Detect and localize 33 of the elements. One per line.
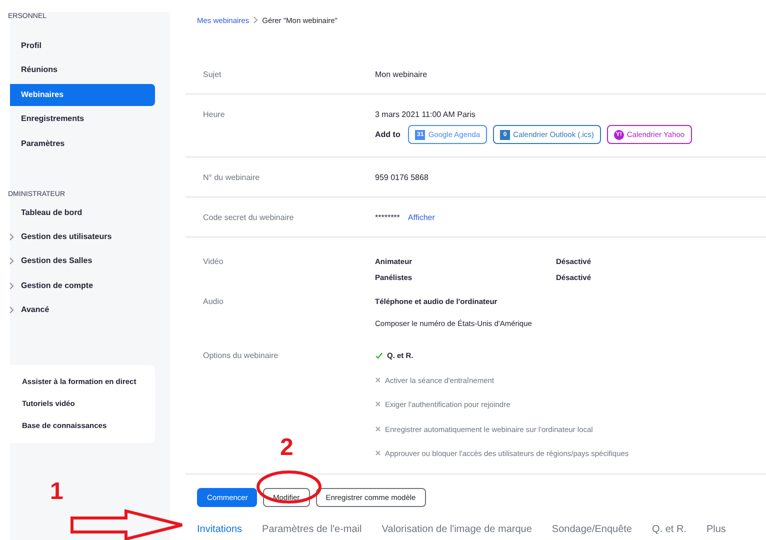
field-label: N° du webinaire: [203, 172, 261, 184]
field-value: Mon webinaire: [375, 69, 428, 81]
field-label: Sujet: [203, 69, 222, 81]
tab[interactable]: Invitations: [197, 522, 242, 537]
field-label: Options du webinaire: [203, 350, 280, 362]
field-label: Code secret du webinaire: [203, 212, 295, 224]
sidebar-item[interactable]: Profil: [10, 35, 155, 57]
show-link[interactable]: Afficher: [408, 213, 435, 222]
sidebar-item[interactable]: Avancé: [10, 299, 155, 322]
masked-value: ********: [375, 213, 400, 222]
sidebar-item[interactable]: Gestion des utilisateurs: [10, 226, 155, 248]
field-value: 959 0176 5868: [375, 172, 430, 184]
tab[interactable]: Plus: [706, 522, 726, 537]
field-value: 3 mars 2021 11:00 AM Paris: [375, 109, 476, 121]
annotation-number: 2: [280, 436, 294, 460]
field-label: Audio: [203, 296, 224, 308]
sidebar-item[interactable]: Webinaires: [10, 84, 155, 106]
field-label: Heure: [203, 109, 226, 121]
sidebar-item[interactable]: Tableau de bord: [10, 202, 155, 224]
tab[interactable]: Sondage/Enquête: [552, 522, 632, 537]
annotation-number: 1: [50, 480, 64, 504]
add-to-label: Add to: [375, 128, 400, 141]
highlight-ellipse: [256, 470, 322, 504]
sidebar-item[interactable]: Réunions: [10, 59, 155, 82]
tab[interactable]: Paramètres de l'e-mail: [262, 522, 362, 537]
tab[interactable]: Q. et R.: [652, 522, 686, 537]
tab[interactable]: Valorisation de l'image de marque: [382, 522, 532, 537]
sidebar-item[interactable]: Gestion des Salles: [10, 250, 155, 272]
field-label: Vidéo: [203, 256, 224, 268]
chevron-icon: [253, 16, 258, 24]
sidebar-item[interactable]: Paramètres: [10, 132, 155, 155]
sidebar-item[interactable]: Gestion de compte: [10, 274, 155, 297]
sidebar-item[interactable]: Enregistrements: [10, 108, 155, 130]
